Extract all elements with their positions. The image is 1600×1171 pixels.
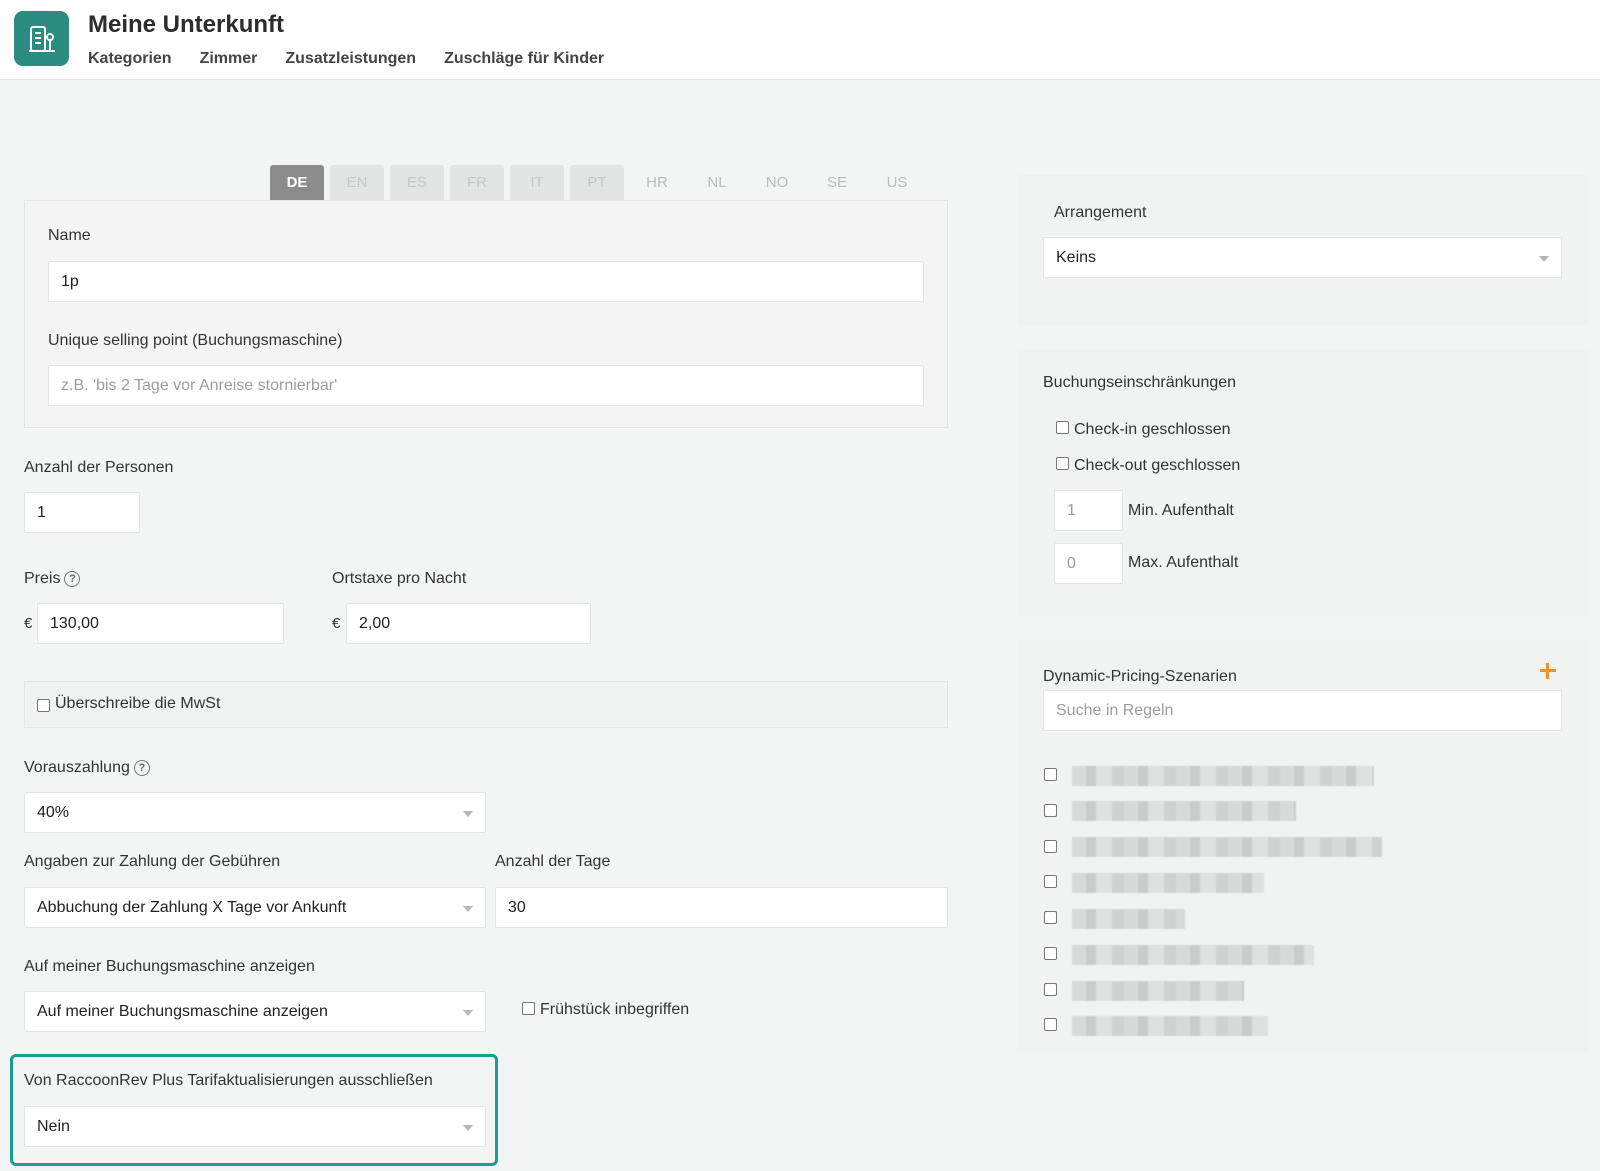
scenario-checkbox[interactable] [1044, 840, 1057, 853]
name-label: Name [48, 227, 91, 244]
arrangement-select[interactable]: Keins [1043, 237, 1562, 278]
mwst-label: Überschreibe die MwSt [55, 695, 221, 712]
tax-input[interactable]: 2,00 [346, 603, 591, 644]
price-label: Preis? [24, 570, 81, 588]
breakfast-label: Frühstück inbegriffen [540, 1001, 690, 1018]
max-stay-input[interactable]: 0 [1054, 543, 1123, 584]
scenario-checkbox[interactable] [1044, 768, 1057, 781]
arrangement-label: Arrangement [1054, 204, 1147, 221]
tab-lang-fr[interactable]: FR [450, 165, 504, 200]
tax-label: Ortstaxe pro Nacht [332, 570, 467, 587]
scenario-checkbox[interactable] [1044, 983, 1057, 996]
plus-icon[interactable] [1539, 662, 1557, 680]
main-nav: Kategorien Zimmer Zusatzleistungen Zusch… [88, 50, 604, 68]
min-stay-label: Min. Aufenthalt [1128, 502, 1234, 519]
fee-info-select[interactable]: Abbuchung der Zahlung X Tage vor Ankunft [24, 887, 486, 928]
mwst-checkbox[interactable] [37, 699, 50, 712]
exclude-label-text: Von RaccoonRev Plus Tarifaktualisierunge… [24, 1072, 433, 1089]
pricing-title: Dynamic-Pricing-Szenarien [1043, 668, 1237, 685]
scenario-checkbox[interactable] [1044, 804, 1057, 817]
show-label: Auf meiner Buchungsmaschine anzeigen [24, 958, 315, 975]
mwst-panel: Überschreibe die MwSt [24, 681, 948, 728]
checkin-label: Check-in geschlossen [1074, 421, 1231, 438]
tab-lang-es[interactable]: ES [390, 165, 444, 200]
persons-input[interactable]: 1 [24, 492, 140, 533]
breakfast-checkbox[interactable] [522, 1002, 535, 1015]
max-stay-label: Max. Aufenthalt [1128, 554, 1239, 571]
scenario-label-redacted [1072, 981, 1244, 1001]
days-input[interactable]: 30 [495, 887, 948, 928]
page-title: Meine Unterkunft [88, 11, 285, 38]
help-icon[interactable]: ? [64, 571, 81, 587]
checkin-checkbox[interactable] [1056, 421, 1069, 434]
prepayment-label: Vorauszahlung? [24, 759, 150, 777]
tab-lang-no[interactable]: NO [750, 165, 804, 200]
price-input[interactable]: 130,00 [37, 603, 284, 644]
name-input[interactable]: 1p [48, 261, 924, 302]
tab-lang-it[interactable]: IT [510, 165, 564, 200]
nav-item-zusatzleistungen[interactable]: Zusatzleistungen [285, 50, 416, 68]
exclude-label: Von RaccoonRev Plus Tarifaktualisierunge… [24, 1072, 433, 1090]
fee-info-label: Angaben zur Zahlung der Gebühren [24, 853, 281, 870]
language-tabs: DE EN ES FR IT PT HR NL NO SE US [270, 165, 924, 200]
tab-lang-se[interactable]: SE [810, 165, 864, 200]
persons-label: Anzahl der Personen [24, 459, 174, 476]
scenario-label-redacted [1072, 801, 1296, 821]
scenario-label-redacted [1072, 873, 1264, 893]
tab-lang-de[interactable]: DE [270, 165, 324, 200]
nav-item-kategorien[interactable]: Kategorien [88, 50, 172, 68]
scenario-checkbox[interactable] [1044, 1018, 1057, 1031]
translations-panel: Name 1p Unique selling point (Buchungsma… [24, 200, 948, 428]
show-select[interactable]: Auf meiner Buchungsmaschine anzeigen [24, 991, 486, 1032]
prepayment-label-text: Vorauszahlung [24, 759, 130, 776]
checkout-label: Check-out geschlossen [1074, 457, 1241, 474]
building-icon[interactable] [14, 11, 69, 66]
scenario-checkbox[interactable] [1044, 947, 1057, 960]
days-label: Anzahl der Tage [495, 853, 611, 870]
usp-label: Unique selling point (Buchungsmaschine) [48, 332, 343, 349]
prepayment-select[interactable]: 40% [24, 792, 486, 833]
scenario-label-redacted [1072, 909, 1185, 929]
price-label-text: Preis [24, 570, 61, 587]
nav-item-zimmer[interactable]: Zimmer [200, 50, 258, 68]
scenario-checkbox[interactable] [1044, 911, 1057, 924]
exclude-select[interactable]: Nein [24, 1106, 486, 1147]
tax-currency: € [332, 615, 341, 632]
tab-lang-us[interactable]: US [870, 165, 924, 200]
scenario-label-redacted [1072, 945, 1314, 965]
pricing-panel: Dynamic-Pricing-Szenarien Suche in Regel… [1018, 640, 1588, 1052]
restrictions-panel: Buchungseinschränkungen Check-in geschlo… [1018, 350, 1588, 615]
tab-lang-en[interactable]: EN [330, 165, 384, 200]
price-currency: € [24, 615, 33, 632]
usp-input[interactable]: z.B. 'bis 2 Tage vor Anreise stornierbar… [48, 365, 924, 406]
scenario-label-redacted [1072, 837, 1382, 857]
tab-lang-nl[interactable]: NL [690, 165, 744, 200]
help-icon[interactable]: ? [133, 760, 150, 776]
nav-item-zuschlaege-kinder[interactable]: Zuschläge für Kinder [444, 50, 604, 68]
top-bar: Meine Unterkunft Kategorien Zimmer Zusat… [0, 0, 1600, 80]
min-stay-input[interactable]: 1 [1054, 490, 1123, 531]
tab-lang-hr[interactable]: HR [630, 165, 684, 200]
rules-search-input[interactable]: Suche in Regeln [1043, 690, 1562, 731]
scenario-checkbox[interactable] [1044, 875, 1057, 888]
tab-lang-pt[interactable]: PT [570, 165, 624, 200]
checkout-checkbox[interactable] [1056, 457, 1069, 470]
restrictions-title: Buchungseinschränkungen [1043, 374, 1237, 391]
arrangement-panel: Arrangement Keins [1018, 175, 1588, 325]
scenario-label-redacted [1072, 766, 1374, 786]
scenario-label-redacted [1072, 1016, 1268, 1036]
